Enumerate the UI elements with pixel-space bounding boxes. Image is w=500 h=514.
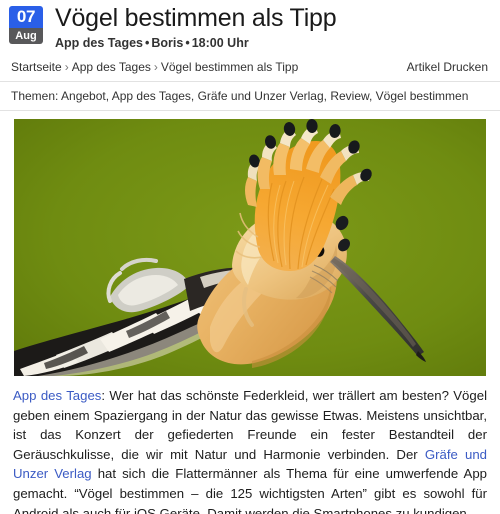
breadcrumb-item-category[interactable]: App des Tages [72,60,151,74]
page-title: Vögel bestimmen als Tipp [55,4,337,32]
article-image-wrap [0,111,500,376]
breadcrumb-arrow-1: › [64,60,69,74]
breadcrumb-item-current: Vögel bestimmen als Tipp [160,60,299,74]
date-badge: 07 Aug [9,6,43,44]
date-badge-month: Aug [9,28,43,44]
article-page: 07 Aug Vögel bestimmen als Tipp App des … [0,0,500,514]
print-article-link[interactable]: Artikel Drucken [407,60,488,74]
header-text-block: Vögel bestimmen als Tipp App des Tages • B… [43,4,490,51]
meta-category[interactable]: App des Tages [55,36,143,50]
meta-separator-2: • [185,36,190,50]
breadcrumb-items: Startseite › App des Tages › Vögel bestimmen… [11,60,298,74]
topics-row: Themen: Angebot, App des Tages, Gräfe un… [0,81,500,111]
hoopoe-bird-illustration [14,119,486,376]
post-meta: App des Tages • Boris • 18:00 Uhr [55,36,490,51]
breadcrumb-arrow-2: › [153,60,158,74]
breadcrumb-item-home[interactable]: Startseite [11,60,62,74]
article-image [14,119,486,376]
article-link-app-des-tages[interactable]: App des Tages [13,388,101,403]
meta-author[interactable]: Boris [151,36,183,50]
date-badge-day: 07 [9,6,43,28]
article-body: App des Tages: Wer hat das schönste Fede… [0,376,500,514]
article-header: 07 Aug Vögel bestimmen als Tipp App des … [0,0,500,51]
meta-time: 18:00 Uhr [191,36,249,50]
breadcrumb: Startseite › App des Tages › Vögel bestimmen… [0,51,500,81]
